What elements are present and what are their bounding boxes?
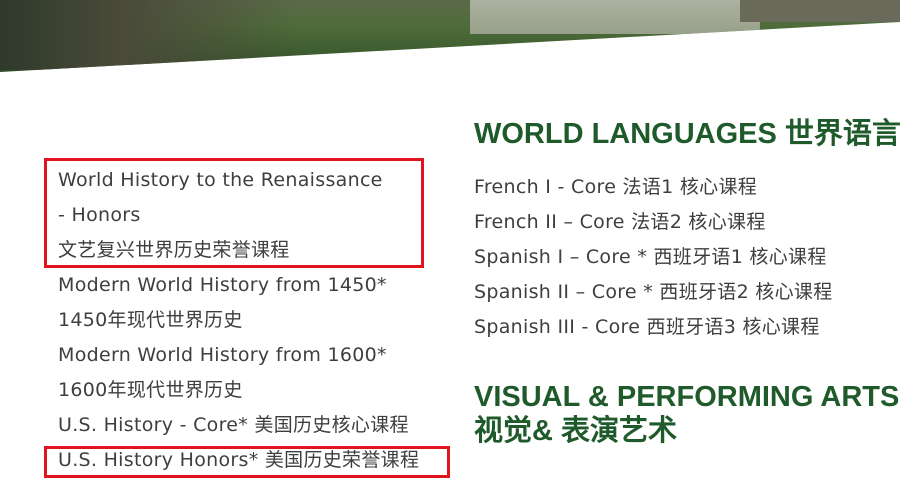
heading-line: 视觉& 表演艺术 — [474, 415, 678, 447]
language-course-item: Spanish III - Core 西班牙语3 核心课程 — [474, 316, 820, 338]
course-item: U.S. History - Core* 美国历史核心课程 — [58, 414, 409, 436]
banner-trees — [0, 0, 300, 70]
campus-banner-image — [0, 0, 900, 72]
visual-performing-arts-heading: VISUAL & PERFORMING ARTS 视觉& 表演艺术 — [474, 380, 899, 448]
course-item: Modern World History from 1600* — [58, 344, 387, 366]
language-course-item: Spanish II – Core * 西班牙语2 核心课程 — [474, 281, 833, 303]
banner-building — [470, 0, 760, 34]
banner-structure — [740, 0, 900, 22]
heading-line: VISUAL & PERFORMING ARTS — [474, 381, 900, 413]
course-item: 1450年现代世界历史 — [58, 309, 243, 331]
language-course-item: French II – Core 法语2 核心课程 — [474, 211, 766, 233]
world-languages-heading: WORLD LANGUAGES 世界语言 — [474, 118, 900, 150]
course-item: 1600年现代世界历史 — [58, 379, 243, 401]
course-item: Modern World History from 1450* — [58, 274, 387, 296]
highlight-box-renaissance — [44, 158, 424, 268]
language-course-item: Spanish I – Core * 西班牙语1 核心课程 — [474, 246, 827, 268]
language-course-item: French I - Core 法语1 核心课程 — [474, 176, 758, 198]
world-languages-list: French I - Core 法语1 核心课程 French II – Cor… — [474, 170, 833, 345]
highlight-box-us-history-honors — [44, 446, 450, 478]
